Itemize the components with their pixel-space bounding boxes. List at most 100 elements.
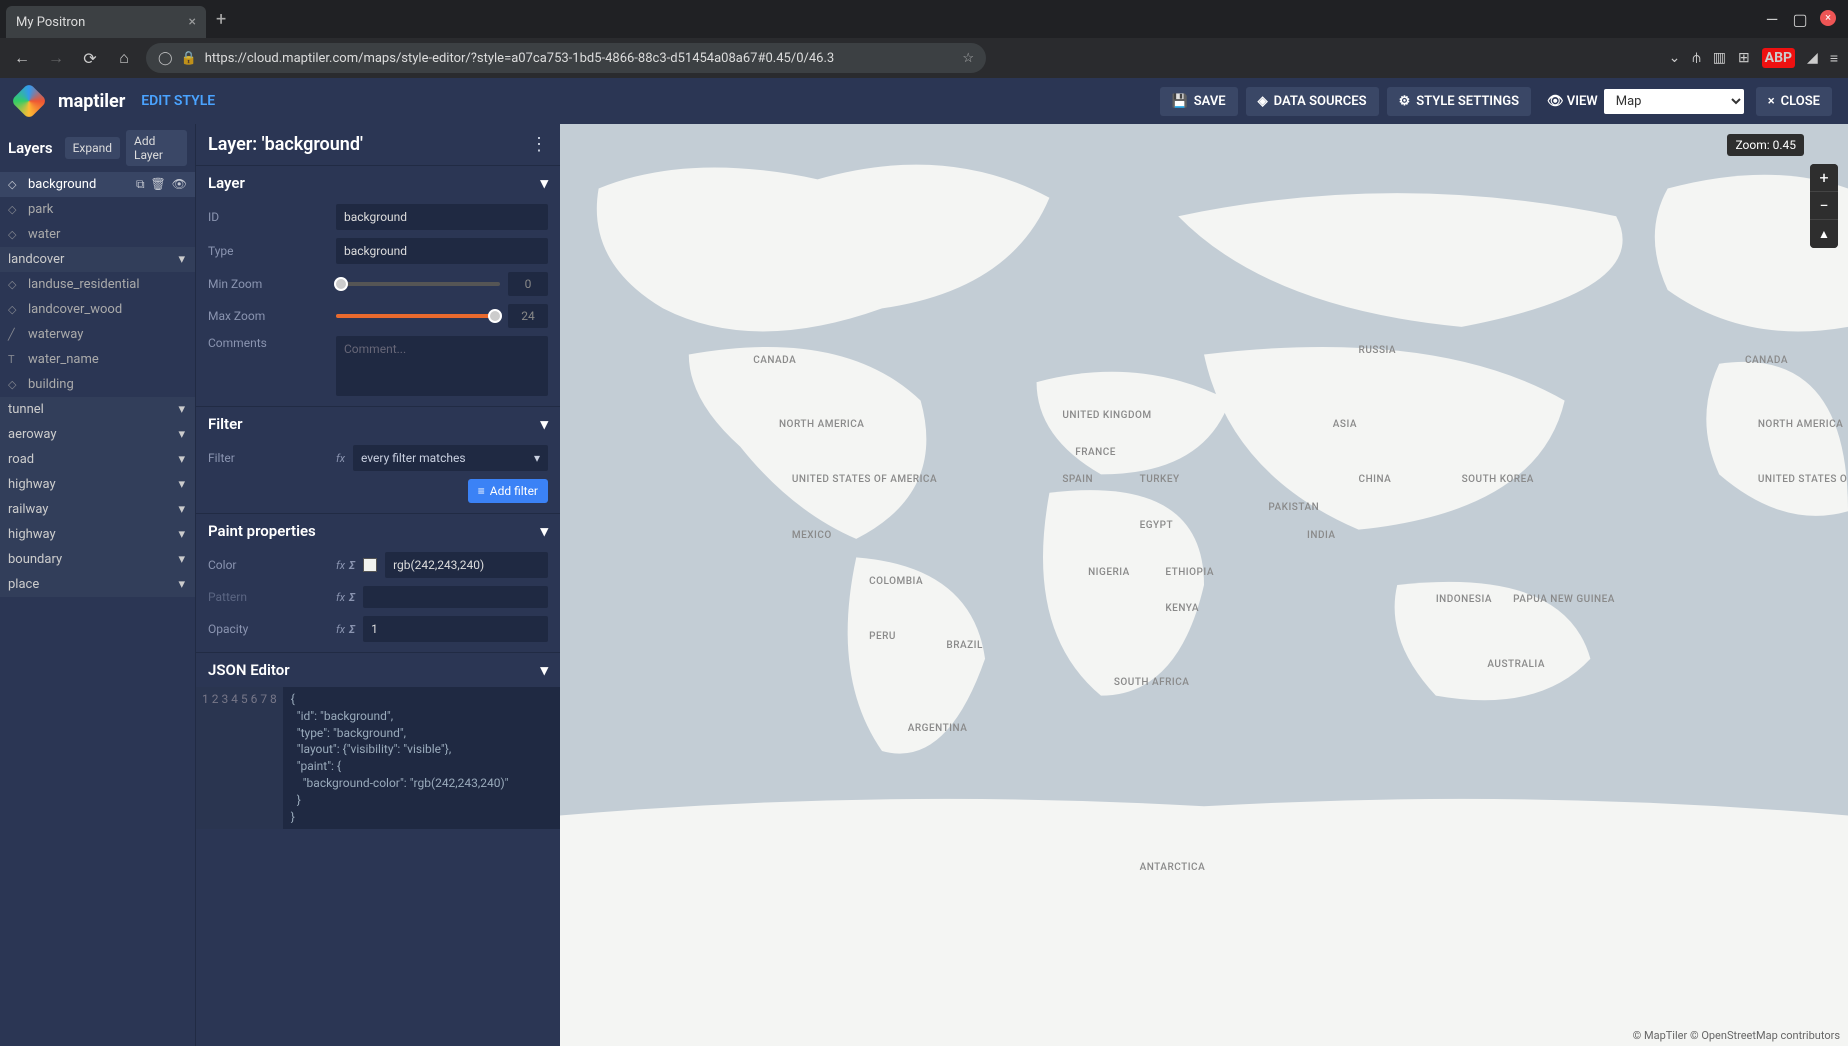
zoom-out-button[interactable]: − [1810, 192, 1838, 220]
browser-tab[interactable]: My Positron × [6, 6, 206, 38]
layer-section-header[interactable]: Layer▾ [196, 166, 560, 200]
map-viewport[interactable]: CANADANORTH AMERICAUNITED STATES OF AMER… [560, 124, 1848, 1046]
layer-menu-icon[interactable]: ⋮ [530, 134, 548, 155]
nav-back-icon[interactable]: ← [10, 48, 34, 68]
layer-item[interactable]: ◇landcover_wood [0, 297, 195, 322]
grid-icon[interactable]: ⊞ [1738, 50, 1750, 66]
sigma-icon[interactable]: Σ [349, 623, 355, 636]
layer-item[interactable]: ◇ background ⧉ 🗑 👁 [0, 172, 195, 197]
paint-section-header[interactable]: Paint properties▾ [196, 514, 560, 548]
maxzoom-value[interactable]: 24 [508, 304, 548, 328]
layer-item[interactable]: ◇ water [0, 222, 195, 247]
lock-icon[interactable]: 🔒 [181, 51, 197, 66]
json-code[interactable]: { "id": "background", "type": "backgroun… [283, 687, 517, 829]
layer-type-icon: ◇ [8, 378, 22, 391]
view-select[interactable]: Map [1604, 89, 1744, 114]
tab-title: My Positron [16, 15, 85, 30]
chevron-down-icon: ▾ [178, 452, 185, 467]
color-value[interactable]: rgb(242,243,240) [385, 552, 548, 578]
expand-button[interactable]: Expand [65, 137, 120, 159]
layer-group[interactable]: aeroway▾ [0, 422, 195, 447]
layer-type-icon: ◇ [8, 228, 22, 241]
comments-input[interactable]: Comment... [336, 336, 548, 396]
filter-label: Filter [208, 451, 328, 465]
world-map-svg [560, 124, 1848, 1046]
bookmark-star-icon[interactable]: ☆ [962, 51, 974, 66]
chevron-down-icon: ▾ [178, 402, 185, 417]
pattern-value[interactable] [363, 586, 548, 608]
window-max-icon[interactable]: ▢ [1792, 10, 1808, 29]
color-swatch[interactable] [363, 558, 377, 572]
json-editor-header[interactable]: JSON Editor▾ [196, 653, 560, 687]
brand-text: maptiler [58, 91, 125, 112]
menu-icon[interactable]: ≡ [1830, 50, 1838, 67]
sigma-icon[interactable]: Σ [349, 559, 355, 572]
map-attribution: © MapTiler © OpenStreetMap contributors [1633, 1029, 1840, 1042]
close-button[interactable]: × CLOSE [1756, 87, 1832, 116]
sidebar-icon[interactable]: ▥ [1713, 50, 1726, 66]
tab-close-icon[interactable]: × [189, 14, 196, 30]
layer-label: highway [8, 477, 56, 492]
fx-icon[interactable]: fx [336, 559, 345, 572]
layer-group[interactable]: boundary▾ [0, 547, 195, 572]
json-editor[interactable]: 1 2 3 4 5 6 7 8 { "id": "background", "t… [196, 687, 560, 829]
layer-item[interactable]: ╱waterway [0, 322, 195, 347]
nav-reload-icon[interactable]: ⟳ [78, 49, 102, 68]
filter-section-header[interactable]: Filter▾ [196, 407, 560, 441]
add-layer-button[interactable]: Add Layer [126, 130, 187, 166]
sigma-icon[interactable]: Σ [349, 591, 355, 604]
filter-select[interactable]: every filter matches▾ [353, 445, 548, 471]
window-close-icon[interactable]: × [1820, 10, 1836, 26]
layer-group[interactable]: place▾ [0, 572, 195, 597]
fx-icon[interactable]: fx [336, 623, 345, 636]
layer-item[interactable]: ◇landuse_residential [0, 272, 195, 297]
zoom-in-button[interactable]: + [1810, 164, 1838, 192]
new-tab-button[interactable]: + [216, 9, 226, 30]
id-value[interactable]: background [336, 204, 548, 230]
layer-group[interactable]: railway▾ [0, 497, 195, 522]
maxzoom-slider[interactable]: 24 [336, 304, 548, 328]
abp-icon[interactable]: ABP [1762, 48, 1795, 68]
layer-group[interactable]: landcover▾ [0, 247, 195, 272]
layer-item[interactable]: ◇park [0, 197, 195, 222]
library-icon[interactable]: ⫛ [1692, 50, 1700, 66]
copy-icon[interactable]: ⧉ [136, 177, 145, 192]
layers-sidebar: Layers Expand Add Layer ◇background⧉🗑👁◇p… [0, 124, 195, 1046]
delete-icon[interactable]: 🗑 [151, 177, 166, 192]
layer-item[interactable]: Twater_name [0, 347, 195, 372]
layer-group[interactable]: road▾ [0, 447, 195, 472]
save-button[interactable]: 💾 SAVE [1160, 87, 1238, 116]
minzoom-value[interactable]: 0 [508, 272, 548, 296]
app-header: maptiler EDIT STYLE 💾 SAVE ◈ DATA SOURCE… [0, 78, 1848, 124]
url-bar[interactable]: ◯ 🔒 https://cloud.maptiler.com/maps/styl… [146, 43, 986, 73]
window-min-icon[interactable]: — [1764, 10, 1780, 29]
data-sources-button[interactable]: ◈ DATA SOURCES [1246, 87, 1379, 116]
layer-label: water [28, 227, 60, 242]
opacity-value[interactable]: 1 [363, 616, 548, 642]
fx-icon[interactable]: fx [336, 452, 345, 465]
layer-label: landcover_wood [28, 302, 122, 317]
layer-type-icon: ◇ [8, 178, 22, 191]
pocket-icon[interactable]: ⌄ [1669, 50, 1681, 66]
shield-icon[interactable]: ◯ [158, 51, 173, 66]
fx-icon[interactable]: fx [336, 591, 345, 604]
chevron-down-icon: ▾ [178, 252, 185, 267]
layer-item[interactable]: ◇building [0, 372, 195, 397]
zoom-badge: Zoom: 0.45 [1727, 134, 1804, 156]
visibility-icon[interactable]: 👁 [172, 177, 187, 192]
minzoom-slider[interactable]: 0 [336, 272, 548, 296]
ext-icon[interactable]: ◢ [1807, 50, 1818, 66]
type-value[interactable]: background [336, 238, 548, 264]
compass-button[interactable]: ▲ [1810, 220, 1838, 248]
pattern-label: Pattern [208, 590, 328, 604]
view-toggle: 👁 VIEW Map [1539, 85, 1748, 118]
layer-group[interactable]: highway▾ [0, 522, 195, 547]
layer-group[interactable]: tunnel▾ [0, 397, 195, 422]
style-settings-button[interactable]: ⚙ STYLE SETTINGS [1387, 87, 1531, 116]
layer-group[interactable]: highway▾ [0, 472, 195, 497]
add-filter-button[interactable]: ≡ Add filter [468, 479, 548, 503]
layer-label: background [28, 177, 96, 192]
maptiler-logo-icon [11, 83, 48, 120]
chevron-down-icon: ▾ [178, 502, 185, 517]
nav-home-icon[interactable]: ⌂ [112, 48, 136, 68]
